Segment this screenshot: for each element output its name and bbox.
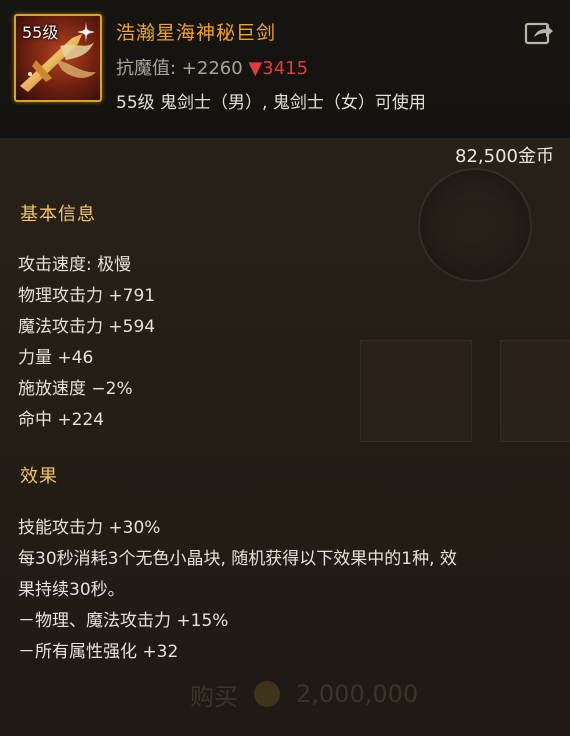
stat-hit: 命中 +224 bbox=[18, 410, 105, 430]
tooltip-header: 55级 浩瀚星海神秘巨剑 抗魔值: +2260 ▼3415 55级 鬼剑士（男）… bbox=[0, 0, 570, 138]
background-item-slot bbox=[500, 340, 570, 442]
background-price-bar: 购买 2,000,000 bbox=[190, 676, 490, 712]
item-icon: 55级 bbox=[14, 14, 102, 102]
coin-icon bbox=[254, 681, 280, 707]
effect-line: 每30秒消耗3个无色小晶块, 随机获得以下效果中的1种, 效 bbox=[18, 549, 457, 569]
stat-physical-attack: 物理攻击力 +791 bbox=[18, 286, 156, 306]
item-price: 82,500金币 bbox=[455, 146, 554, 167]
usable-by-text: 55级 鬼剑士（男）, 鬼剑士（女）可使用 bbox=[116, 93, 426, 113]
stat-cast-speed: 施放速度 −2% bbox=[18, 379, 133, 399]
stat-magic-attack: 魔法攻击力 +594 bbox=[18, 317, 156, 337]
share-button[interactable] bbox=[524, 20, 554, 46]
item-tooltip: 购买 2,000,000 55级 浩瀚星海神秘巨剑 抗魔值: +2260 ▼34… bbox=[0, 0, 570, 736]
background-emblem bbox=[418, 168, 532, 282]
background-item-slot bbox=[360, 340, 472, 442]
resist-value: 抗魔值: +2260 ▼3415 bbox=[116, 54, 308, 80]
share-icon bbox=[524, 22, 553, 45]
effect-line: 技能攻击力 +30% bbox=[18, 518, 161, 538]
stat-strength: 力量 +46 bbox=[18, 348, 94, 368]
background-footer-label: 购买 bbox=[190, 682, 238, 711]
effect-line: 果持续30秒。 bbox=[18, 580, 125, 600]
background-footer-price: 2,000,000 bbox=[296, 680, 419, 708]
item-name: 浩瀚星海神秘巨剑 bbox=[116, 22, 277, 44]
item-level-badge: 55级 bbox=[22, 23, 59, 42]
effect-line: －所有属性强化 +32 bbox=[18, 642, 179, 662]
resist-down-value: 3415 bbox=[262, 58, 309, 79]
section-title-basic: 基本信息 bbox=[20, 204, 96, 225]
resist-label: 抗魔值: +2260 bbox=[116, 58, 243, 79]
stat-attack-speed: 攻击速度: 极慢 bbox=[18, 255, 132, 275]
effect-line: －物理、魔法攻击力 +15% bbox=[18, 611, 229, 631]
section-title-effect: 效果 bbox=[20, 466, 58, 487]
resist-down-arrow-icon: ▼ bbox=[248, 58, 263, 79]
